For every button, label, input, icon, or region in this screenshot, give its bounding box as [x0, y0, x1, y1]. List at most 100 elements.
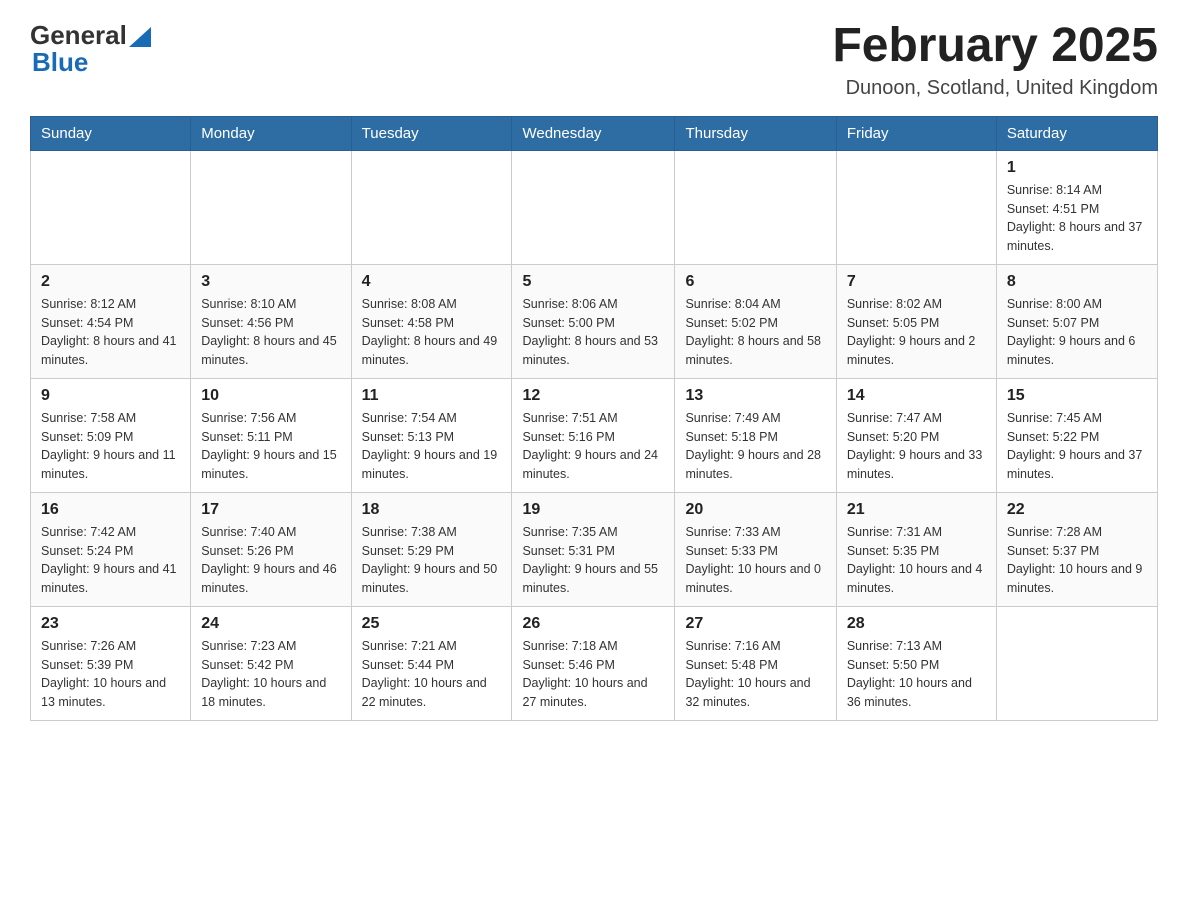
calendar-cell: 28 Sunrise: 7:13 AMSunset: 5:50 PMDayligh… — [836, 606, 996, 720]
logo: General Blue — [30, 20, 151, 78]
page-header: General Blue February 2025 Dunoon, Scotl… — [30, 20, 1158, 100]
day-info: Sunrise: 7:18 AMSunset: 5:46 PMDaylight:… — [522, 637, 664, 712]
calendar-cell: 23 Sunrise: 7:26 AMSunset: 5:39 PMDayligh… — [31, 606, 191, 720]
logo-triangle-icon — [129, 27, 151, 47]
day-info: Sunrise: 7:23 AMSunset: 5:42 PMDaylight:… — [201, 637, 340, 712]
day-number: 1 — [1007, 159, 1147, 177]
day-info: Sunrise: 7:42 AMSunset: 5:24 PMDaylight:… — [41, 523, 180, 598]
calendar-cell: 20 Sunrise: 7:33 AMSunset: 5:33 PMDayligh… — [675, 492, 836, 606]
calendar-cell: 2Sunrise: 8:12 AMSunset: 4:54 PMDaylight… — [31, 264, 191, 378]
day-number: 3 — [201, 273, 340, 291]
day-info: Sunrise: 8:06 AMSunset: 5:00 PMDaylight:… — [522, 295, 664, 370]
day-info: Sunrise: 8:10 AMSunset: 4:56 PMDaylight:… — [201, 295, 340, 370]
calendar-cell: 13 Sunrise: 7:49 AMSunset: 5:18 PMDayligh… — [675, 378, 836, 492]
weekday-header-thursday: Thursday — [675, 116, 836, 150]
day-info: Sunrise: 7:13 AMSunset: 5:50 PMDaylight:… — [847, 637, 986, 712]
day-number: 11 — [362, 387, 502, 405]
calendar-cell: 3 Sunrise: 8:10 AMSunset: 4:56 PMDaylight… — [191, 264, 351, 378]
day-info: Sunrise: 8:00 AMSunset: 5:07 PMDaylight:… — [1007, 295, 1147, 370]
calendar-cell: 12 Sunrise: 7:51 AMSunset: 5:16 PMDayligh… — [512, 378, 675, 492]
day-number: 6 — [685, 273, 825, 291]
calendar-cell: 4 Sunrise: 8:08 AMSunset: 4:58 PMDaylight… — [351, 264, 512, 378]
calendar-cell — [351, 150, 512, 264]
day-info: Sunrise: 7:40 AMSunset: 5:26 PMDaylight:… — [201, 523, 340, 598]
day-info: Sunrise: 8:14 AMSunset: 4:51 PMDaylight:… — [1007, 181, 1147, 256]
day-number: 18 — [362, 501, 502, 519]
calendar-cell: 19 Sunrise: 7:35 AMSunset: 5:31 PMDayligh… — [512, 492, 675, 606]
day-number: 4 — [362, 273, 502, 291]
day-info: Sunrise: 7:21 AMSunset: 5:44 PMDaylight:… — [362, 637, 502, 712]
calendar-cell: 24 Sunrise: 7:23 AMSunset: 5:42 PMDayligh… — [191, 606, 351, 720]
day-number: 5 — [522, 273, 664, 291]
calendar-cell: 14 Sunrise: 7:47 AMSunset: 5:20 PMDayligh… — [836, 378, 996, 492]
calendar-cell: 10 Sunrise: 7:56 AMSunset: 5:11 PMDayligh… — [191, 378, 351, 492]
day-number: 15 — [1007, 387, 1147, 405]
day-number: 19 — [522, 501, 664, 519]
calendar-cell: 8 Sunrise: 8:00 AMSunset: 5:07 PMDaylight… — [996, 264, 1157, 378]
calendar-cell — [512, 150, 675, 264]
day-info: Sunrise: 7:49 AMSunset: 5:18 PMDaylight:… — [685, 409, 825, 484]
day-info: Sunrise: 7:38 AMSunset: 5:29 PMDaylight:… — [362, 523, 502, 598]
weekday-header-friday: Friday — [836, 116, 996, 150]
day-number: 17 — [201, 501, 340, 519]
day-number: 28 — [847, 615, 986, 633]
day-info: Sunrise: 7:33 AMSunset: 5:33 PMDaylight:… — [685, 523, 825, 598]
logo-blue-text: Blue — [32, 47, 88, 78]
weekday-header-sunday: Sunday — [31, 116, 191, 150]
day-number: 8 — [1007, 273, 1147, 291]
day-number: 21 — [847, 501, 986, 519]
calendar-cell: 1 Sunrise: 8:14 AMSunset: 4:51 PMDaylight… — [996, 150, 1157, 264]
day-number: 26 — [522, 615, 664, 633]
day-number: 9 — [41, 387, 180, 405]
week-row-1: 1 Sunrise: 8:14 AMSunset: 4:51 PMDaylight… — [31, 150, 1158, 264]
day-info: Sunrise: 7:47 AMSunset: 5:20 PMDaylight:… — [847, 409, 986, 484]
calendar-cell: 17 Sunrise: 7:40 AMSunset: 5:26 PMDayligh… — [191, 492, 351, 606]
day-info: Sunrise: 8:08 AMSunset: 4:58 PMDaylight:… — [362, 295, 502, 370]
day-info: Sunrise: 7:54 AMSunset: 5:13 PMDaylight:… — [362, 409, 502, 484]
weekday-header-saturday: Saturday — [996, 116, 1157, 150]
location-text: Dunoon, Scotland, United Kingdom — [832, 77, 1158, 100]
title-block: February 2025 Dunoon, Scotland, United K… — [832, 20, 1158, 100]
week-row-4: 16 Sunrise: 7:42 AMSunset: 5:24 PMDayligh… — [31, 492, 1158, 606]
day-number: 20 — [685, 501, 825, 519]
day-info: Sunrise: 8:02 AMSunset: 5:05 PMDaylight:… — [847, 295, 986, 370]
week-row-2: 2Sunrise: 8:12 AMSunset: 4:54 PMDaylight… — [31, 264, 1158, 378]
day-info: Sunrise: 7:45 AMSunset: 5:22 PMDaylight:… — [1007, 409, 1147, 484]
day-number: 12 — [522, 387, 664, 405]
calendar-cell: 26 Sunrise: 7:18 AMSunset: 5:46 PMDayligh… — [512, 606, 675, 720]
day-info: Sunrise: 7:56 AMSunset: 5:11 PMDaylight:… — [201, 409, 340, 484]
day-info: Sunrise: 8:04 AMSunset: 5:02 PMDaylight:… — [685, 295, 825, 370]
calendar-cell: 22 Sunrise: 7:28 AMSunset: 5:37 PMDayligh… — [996, 492, 1157, 606]
calendar-cell — [675, 150, 836, 264]
day-number: 13 — [685, 387, 825, 405]
calendar-header-row: SundayMondayTuesdayWednesdayThursdayFrid… — [31, 116, 1158, 150]
calendar-table: SundayMondayTuesdayWednesdayThursdayFrid… — [30, 116, 1158, 721]
week-row-5: 23 Sunrise: 7:26 AMSunset: 5:39 PMDayligh… — [31, 606, 1158, 720]
calendar-cell — [996, 606, 1157, 720]
day-number: 14 — [847, 387, 986, 405]
month-title: February 2025 — [832, 20, 1158, 73]
day-number: 7 — [847, 273, 986, 291]
calendar-cell: 18 Sunrise: 7:38 AMSunset: 5:29 PMDayligh… — [351, 492, 512, 606]
day-number: 16 — [41, 501, 180, 519]
calendar-cell: 5 Sunrise: 8:06 AMSunset: 5:00 PMDaylight… — [512, 264, 675, 378]
day-number: 10 — [201, 387, 340, 405]
day-info: Sunrise: 7:26 AMSunset: 5:39 PMDaylight:… — [41, 637, 180, 712]
day-number: 27 — [685, 615, 825, 633]
day-info: Sunrise: 7:28 AMSunset: 5:37 PMDaylight:… — [1007, 523, 1147, 598]
calendar-cell: 21Sunrise: 7:31 AMSunset: 5:35 PMDayligh… — [836, 492, 996, 606]
calendar-cell: 11 Sunrise: 7:54 AMSunset: 5:13 PMDayligh… — [351, 378, 512, 492]
calendar-cell — [191, 150, 351, 264]
calendar-cell: 9Sunrise: 7:58 AMSunset: 5:09 PMDaylight… — [31, 378, 191, 492]
weekday-header-tuesday: Tuesday — [351, 116, 512, 150]
day-number: 24 — [201, 615, 340, 633]
day-number: 22 — [1007, 501, 1147, 519]
day-info: Sunrise: 7:51 AMSunset: 5:16 PMDaylight:… — [522, 409, 664, 484]
calendar-cell: 15 Sunrise: 7:45 AMSunset: 5:22 PMDayligh… — [996, 378, 1157, 492]
day-info: Sunrise: 7:35 AMSunset: 5:31 PMDaylight:… — [522, 523, 664, 598]
day-info: Sunrise: 7:16 AMSunset: 5:48 PMDaylight:… — [685, 637, 825, 712]
calendar-cell: 27 Sunrise: 7:16 AMSunset: 5:48 PMDayligh… — [675, 606, 836, 720]
day-number: 2 — [41, 273, 180, 291]
day-number: 23 — [41, 615, 180, 633]
calendar-cell: 6 Sunrise: 8:04 AMSunset: 5:02 PMDaylight… — [675, 264, 836, 378]
